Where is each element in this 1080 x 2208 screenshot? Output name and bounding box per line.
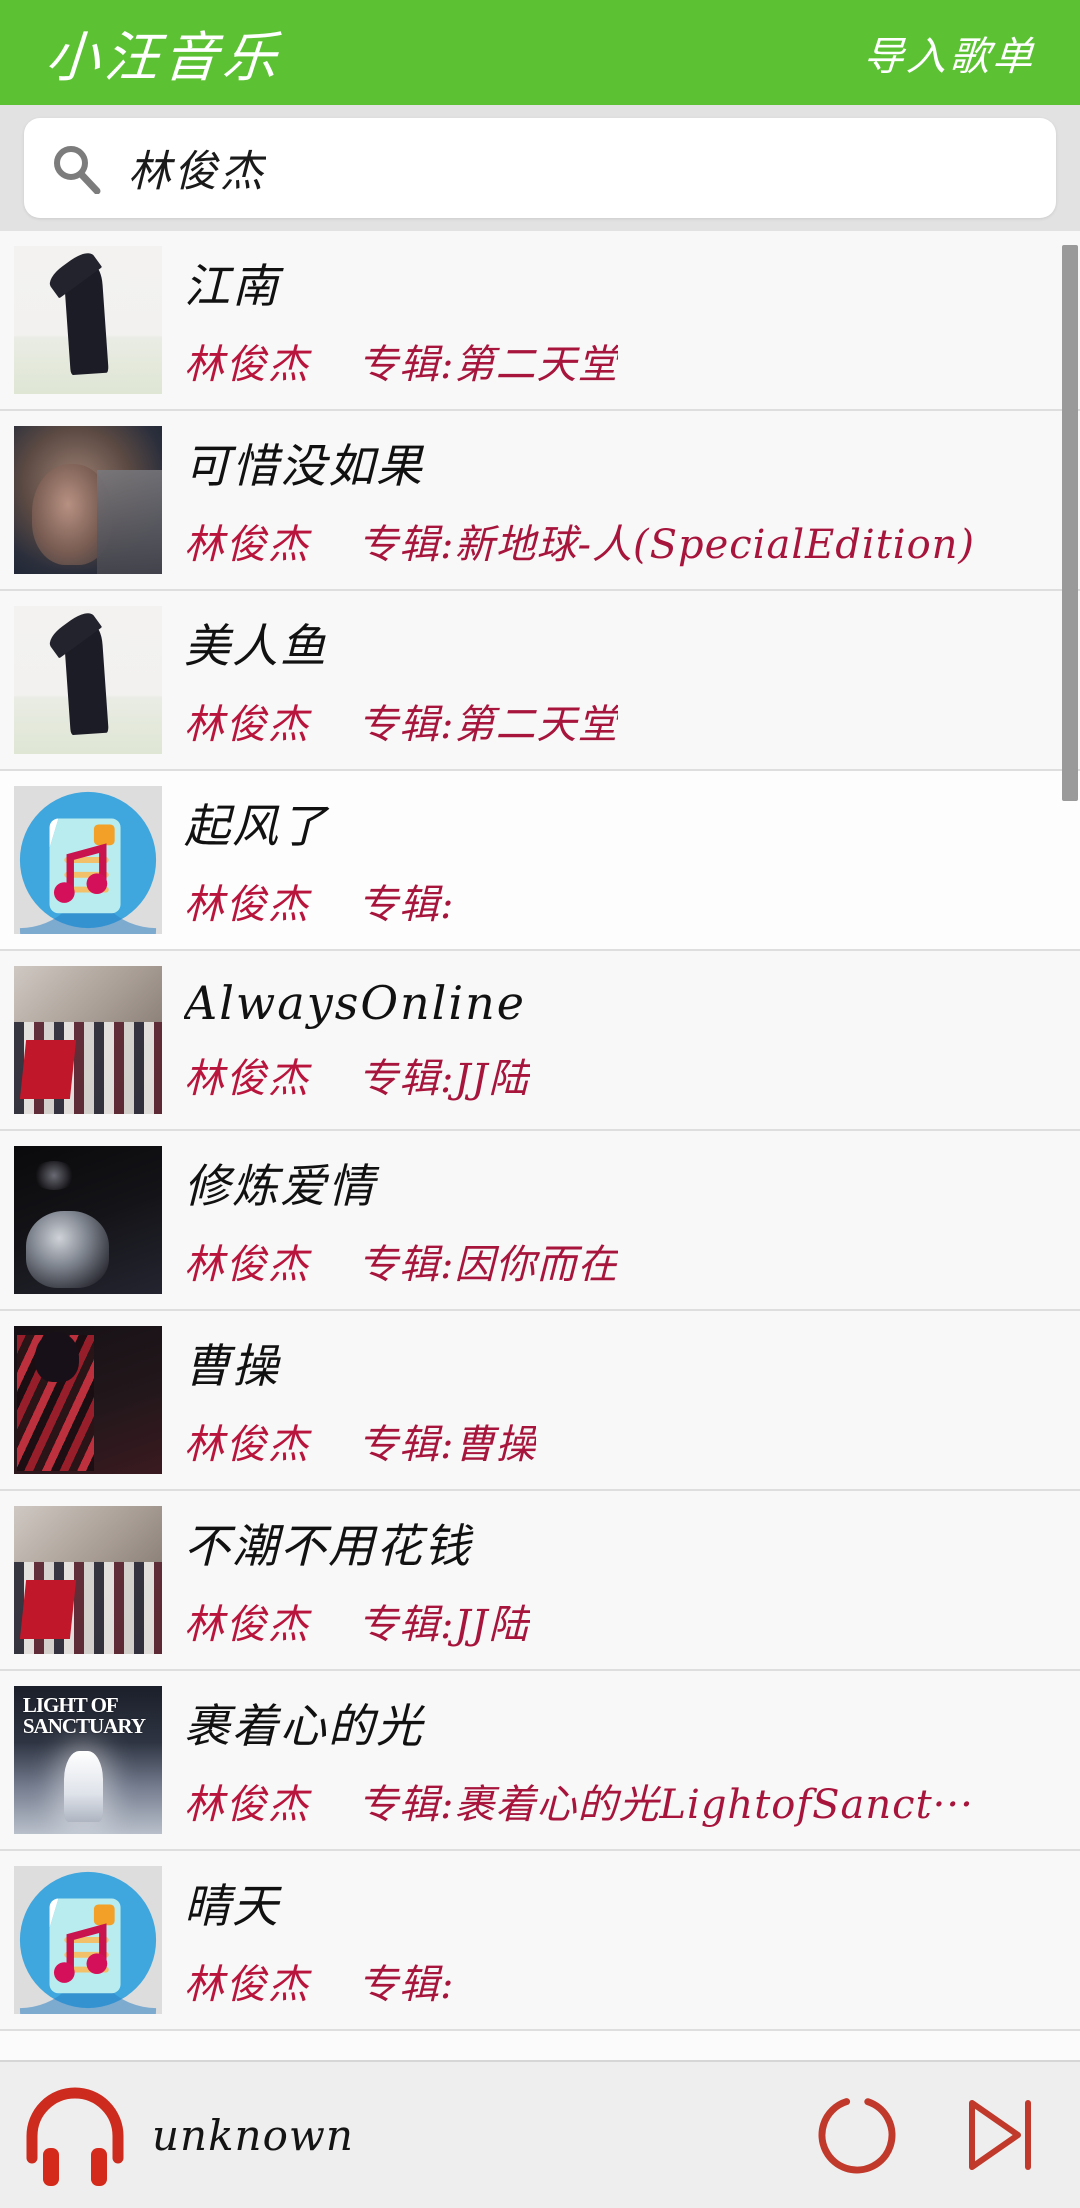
song-subtitle: 林俊杰 专辑:JJ陆 <box>184 1046 1068 1104</box>
song-artist: 林俊杰 <box>184 882 310 928</box>
song-subtitle: 林俊杰 专辑:新地球-人(SpecialEdition) <box>184 512 1068 570</box>
song-artist: 林俊杰 <box>184 1962 310 2008</box>
app-title: 小汪音乐 <box>43 26 284 89</box>
song-title: 修炼爱情 <box>184 1159 376 1213</box>
song-meta: AlwaysOnline 林俊杰 专辑:JJ陆 <box>184 976 1080 1104</box>
album-art <box>14 1146 162 1294</box>
player-bar: unknown <box>0 2060 1080 2208</box>
song-artist: 林俊杰 <box>184 342 310 388</box>
song-album: 专辑:曹操 <box>358 1422 537 1468</box>
album-art <box>14 246 162 394</box>
song-title: 美人鱼 <box>184 619 328 673</box>
album-art <box>14 966 162 1114</box>
vertical-scrollbar[interactable] <box>1062 245 1078 801</box>
album-art <box>14 606 162 754</box>
song-meta: 起风了 林俊杰 专辑: <box>184 790 1080 930</box>
search-box[interactable]: 林俊杰 <box>24 118 1056 218</box>
song-title: 晴天 <box>184 1879 280 1933</box>
song-subtitle: 林俊杰 专辑: <box>184 1952 1068 2010</box>
table-row[interactable]: AlwaysOnline 林俊杰 专辑:JJ陆 <box>0 951 1080 1131</box>
song-title: 起风了 <box>184 799 328 853</box>
album-art-caption: LIGHT OF SANCTUARY <box>22 1692 146 1739</box>
song-subtitle: 林俊杰 专辑:第二天堂 <box>184 692 1068 750</box>
album-art <box>14 786 162 934</box>
song-meta: 江南 林俊杰 专辑:第二天堂 <box>184 250 1080 390</box>
table-row[interactable]: 起风了 林俊杰 专辑: <box>0 771 1080 951</box>
table-row[interactable]: LIGHT OF SANCTUARY 裹着心的光 林俊杰 专辑:裹着心的光Lig… <box>0 1671 1080 1851</box>
song-artist: 林俊杰 <box>184 702 310 748</box>
music-app-window: 小汪音乐 导入歌单 林俊杰 江南 林俊杰 专辑:第二天堂 可惜没如果 林俊杰 专… <box>0 0 1080 2208</box>
song-meta: 修炼爱情 林俊杰 专辑:因你而在 <box>184 1150 1080 1290</box>
song-album: 专辑:因你而在 <box>358 1242 619 1288</box>
album-art <box>14 1506 162 1654</box>
import-playlist-button[interactable]: 导入歌单 <box>852 18 1049 88</box>
song-title: 裹着心的光 <box>184 1699 424 1753</box>
search-area: 林俊杰 <box>0 105 1080 231</box>
song-artist: 林俊杰 <box>184 1242 310 1288</box>
song-artist: 林俊杰 <box>184 1056 310 1102</box>
song-artist: 林俊杰 <box>184 1602 310 1648</box>
app-header: 小汪音乐 导入歌单 <box>0 0 1080 105</box>
song-subtitle: 林俊杰 专辑:曹操 <box>184 1412 1068 1470</box>
song-title: 江南 <box>184 259 280 313</box>
song-album: 专辑: <box>358 882 455 928</box>
song-album: 专辑:JJ陆 <box>358 1056 530 1102</box>
album-art <box>14 1866 162 2014</box>
song-list-container[interactable]: 江南 林俊杰 专辑:第二天堂 可惜没如果 林俊杰 专辑:新地球-人(Specia… <box>0 231 1080 2060</box>
table-row[interactable]: 可惜没如果 林俊杰 专辑:新地球-人(SpecialEdition) <box>0 411 1080 591</box>
song-album: 专辑:第二天堂 <box>358 702 619 748</box>
song-subtitle: 林俊杰 专辑:裹着心的光LightofSanct··· <box>184 1772 1068 1830</box>
song-subtitle: 林俊杰 专辑:JJ陆 <box>184 1592 1068 1650</box>
song-artist: 林俊杰 <box>184 1782 310 1828</box>
song-subtitle: 林俊杰 专辑: <box>184 872 1068 930</box>
song-title: 不潮不用花钱 <box>184 1519 472 1573</box>
album-art <box>14 426 162 574</box>
song-subtitle: 林俊杰 专辑:因你而在 <box>184 1232 1068 1290</box>
song-meta: 美人鱼 林俊杰 专辑:第二天堂 <box>184 610 1080 750</box>
song-artist: 林俊杰 <box>184 1422 310 1468</box>
player-controls <box>814 2092 1036 2178</box>
search-icon <box>50 142 102 194</box>
table-row[interactable]: 江南 林俊杰 专辑:第二天堂 <box>0 231 1080 411</box>
song-subtitle: 林俊杰 专辑:第二天堂 <box>184 332 1068 390</box>
song-artist: 林俊杰 <box>184 522 310 568</box>
album-art: LIGHT OF SANCTUARY <box>14 1686 162 1834</box>
song-album: 专辑:裹着心的光LightofSanct··· <box>358 1782 974 1828</box>
song-meta: 不潮不用花钱 林俊杰 专辑:JJ陆 <box>184 1510 1080 1650</box>
music-note-icon <box>14 1866 162 2014</box>
song-album: 专辑: <box>358 1962 455 2008</box>
song-meta: 曹操 林俊杰 专辑:曹操 <box>184 1330 1080 1470</box>
song-album: 专辑:JJ陆 <box>358 1602 530 1648</box>
song-title: 可惜没如果 <box>184 439 424 493</box>
loading-ring-icon[interactable] <box>814 2092 900 2178</box>
table-row[interactable]: 修炼爱情 林俊杰 专辑:因你而在 <box>0 1131 1080 1311</box>
table-row[interactable]: 晴天 林俊杰 专辑: <box>0 1851 1080 2031</box>
headphone-icon[interactable] <box>20 2082 130 2188</box>
next-track-icon[interactable] <box>962 2095 1036 2175</box>
table-row[interactable]: 美人鱼 林俊杰 专辑:第二天堂 <box>0 591 1080 771</box>
song-meta: 可惜没如果 林俊杰 专辑:新地球-人(SpecialEdition) <box>184 430 1080 570</box>
table-row[interactable]: 曹操 林俊杰 专辑:曹操 <box>0 1311 1080 1491</box>
song-album: 专辑:第二天堂 <box>358 342 619 388</box>
song-title: AlwaysOnline <box>184 976 526 1030</box>
song-list: 江南 林俊杰 专辑:第二天堂 可惜没如果 林俊杰 专辑:新地球-人(Specia… <box>0 231 1080 2031</box>
song-meta: 裹着心的光 林俊杰 专辑:裹着心的光LightofSanct··· <box>184 1690 1080 1830</box>
table-row[interactable]: 不潮不用花钱 林俊杰 专辑:JJ陆 <box>0 1491 1080 1671</box>
song-title: 曹操 <box>184 1339 280 1393</box>
now-playing-title: unknown <box>152 2110 354 2160</box>
album-art <box>14 1326 162 1474</box>
search-input[interactable]: 林俊杰 <box>128 137 266 199</box>
song-meta: 晴天 林俊杰 专辑: <box>184 1870 1080 2010</box>
song-album: 专辑:新地球-人(SpecialEdition) <box>358 522 976 568</box>
music-note-icon <box>14 786 162 934</box>
